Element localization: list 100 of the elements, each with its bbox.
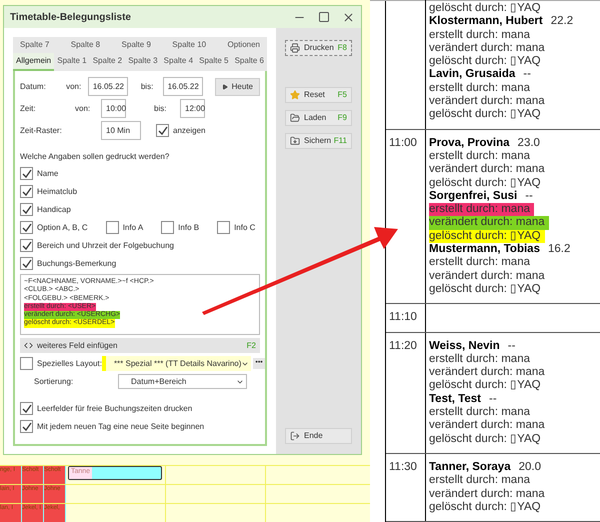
- tab[interactable]: Spalte 4: [160, 53, 196, 71]
- report-line: gelöscht durch: ▯YAQ: [429, 500, 542, 514]
- layout-select[interactable]: *** Spezial *** (TT Details Navarino): [102, 356, 252, 371]
- report-line: verändert durch: mana: [429, 163, 546, 177]
- report-line: verändert durch: mana: [429, 270, 546, 283]
- save-button[interactable]: Sichern F11: [285, 133, 352, 149]
- checkbox[interactable]: [106, 221, 119, 234]
- report-line: gelöscht durch: ▯YAQ: [429, 55, 542, 68]
- checkbox-label: Leerfelder für freie Buchungszeiten drucken: [37, 402, 192, 414]
- field-label: von:: [66, 80, 82, 92]
- checkbox[interactable]: [20, 239, 33, 252]
- checkbox[interactable]: [217, 221, 230, 234]
- player-name: Test, Test: [429, 392, 481, 406]
- section-heading: Welche Angaben sollen gedruckt werden?: [20, 151, 170, 163]
- tab[interactable]: Spalte 7: [17, 37, 52, 53]
- checkbox[interactable]: [20, 402, 33, 415]
- field-label: Zeit-Raster:: [20, 124, 63, 136]
- insert-field-bar[interactable]: weiteres Feld einfügen F2: [20, 338, 260, 353]
- report-line: erstellt durch: mana: [429, 82, 531, 96]
- time-field[interactable]: 12:00: [180, 99, 205, 118]
- player-name: Tanner, Soraya: [429, 460, 511, 474]
- handicap: 16.2: [548, 243, 570, 256]
- handicap: 20.0: [518, 460, 541, 474]
- report-line: erstellt durch: mana: [429, 406, 531, 420]
- tab[interactable]: Spalte 2: [90, 53, 126, 71]
- checkbox-label: Heimatclub: [37, 186, 78, 198]
- print-button[interactable]: Drucken F8: [285, 40, 352, 56]
- field-label: bis:: [140, 80, 154, 92]
- printer-icon: [290, 43, 300, 53]
- checkbox-label: Mit jedem neuen Tag eine neue Seite beginnen: [37, 420, 204, 432]
- report-line: erstellt durch: mana: [429, 256, 531, 270]
- today-button[interactable]: Heute: [214, 78, 260, 96]
- interval-field[interactable]: 10 Min: [101, 121, 141, 140]
- report-line: erstellt durch: mana: [429, 352, 531, 366]
- field-label: Zeit:: [20, 102, 37, 114]
- checkbox[interactable]: [161, 221, 174, 234]
- checkbox[interactable]: [20, 185, 33, 198]
- maximize-icon[interactable]: [318, 10, 330, 22]
- player-name: Weiss, Nevin: [429, 340, 500, 353]
- player-name: Prova, Provina: [429, 136, 510, 150]
- date-field[interactable]: 16.05.22: [88, 77, 128, 96]
- report-line: gelöscht durch: ▯YAQ: [429, 432, 542, 446]
- load-button[interactable]: Laden F9: [285, 110, 352, 126]
- tab[interactable]: Spalte 5: [196, 53, 232, 71]
- sort-select[interactable]: Datum+Bereich: [118, 374, 247, 389]
- checkbox[interactable]: [20, 167, 33, 180]
- checkbox-label: Info A: [122, 222, 144, 234]
- checkbox-label: Option A, B, C: [37, 222, 88, 234]
- tab[interactable]: Optionen: [224, 37, 263, 53]
- time-label: 11:30: [388, 460, 418, 474]
- checkbox[interactable]: [20, 203, 33, 216]
- player-name: Klostermann, Hubert: [429, 15, 543, 29]
- handicap: --: [525, 190, 533, 204]
- handicap: 22.2: [550, 15, 574, 29]
- folder-icon: [290, 136, 300, 146]
- tab[interactable]: Spalte 6: [232, 53, 267, 71]
- report-line: verändert durch: mana: [429, 95, 546, 108]
- time-label: 11:10: [388, 311, 418, 325]
- handicap: --: [508, 340, 516, 353]
- report-line: gelöscht durch: ▯YAQ: [429, 379, 542, 393]
- tab[interactable]: Allgemein: [13, 53, 54, 71]
- code-icon: [24, 341, 33, 350]
- checkbox-label: Spezielles Layout:: [37, 358, 102, 370]
- exit-button[interactable]: Ende: [285, 428, 352, 444]
- checkbox-label: Info B: [178, 222, 200, 234]
- tab[interactable]: Spalte 9: [118, 37, 154, 53]
- report-line: verändert durch: mana: [429, 419, 546, 433]
- report-line: gelöscht durch: ▯YAQ: [429, 176, 542, 190]
- report-line: verändert durch: mana: [429, 42, 546, 56]
- player-name: Lavin, Grusaida: [429, 68, 516, 82]
- checkbox[interactable]: [20, 257, 33, 270]
- checkbox[interactable]: [20, 420, 33, 433]
- time-label: 11:20: [388, 340, 418, 353]
- report-line: gelöscht durch: ▯YAQ: [429, 2, 542, 16]
- checkbox[interactable]: [156, 124, 169, 137]
- tab[interactable]: Spalte 10: [169, 37, 210, 53]
- checkbox-label: anzeigen: [173, 124, 206, 136]
- player-name: Sorgenfrei, Susi: [429, 190, 518, 204]
- folder-icon: [290, 113, 300, 123]
- handicap: --: [488, 392, 497, 406]
- reset-button[interactable]: Reset F5: [285, 87, 352, 103]
- checkbox[interactable]: [20, 357, 33, 370]
- close-icon[interactable]: [342, 10, 355, 24]
- exit-icon: [290, 431, 300, 441]
- report-line: verändert durch: mana: [429, 488, 546, 501]
- report-line: gelöscht durch: ▯YAQ: [429, 282, 542, 296]
- date-field[interactable]: 16.05.22: [162, 77, 203, 96]
- insert-field-label: weiteres Feld einfügen: [37, 340, 118, 352]
- tab[interactable]: Spalte 1: [54, 53, 90, 71]
- tab[interactable]: Spalte 3: [125, 53, 161, 71]
- field-label: bis:: [154, 102, 168, 114]
- checkbox[interactable]: [20, 221, 33, 234]
- time-field[interactable]: 10:00: [101, 99, 126, 118]
- checkbox-label: Bereich und Uhrzeit der Folgebuchung: [37, 240, 174, 252]
- checkbox-label: Handicap: [37, 204, 71, 216]
- checkbox-label: Name: [37, 168, 58, 180]
- tab[interactable]: Spalte 8: [68, 37, 104, 53]
- report-line: gelöscht durch: ▯YAQ: [429, 108, 542, 122]
- window-title: Timetable-Belegungsliste: [10, 10, 131, 24]
- field-label: von:: [75, 102, 92, 114]
